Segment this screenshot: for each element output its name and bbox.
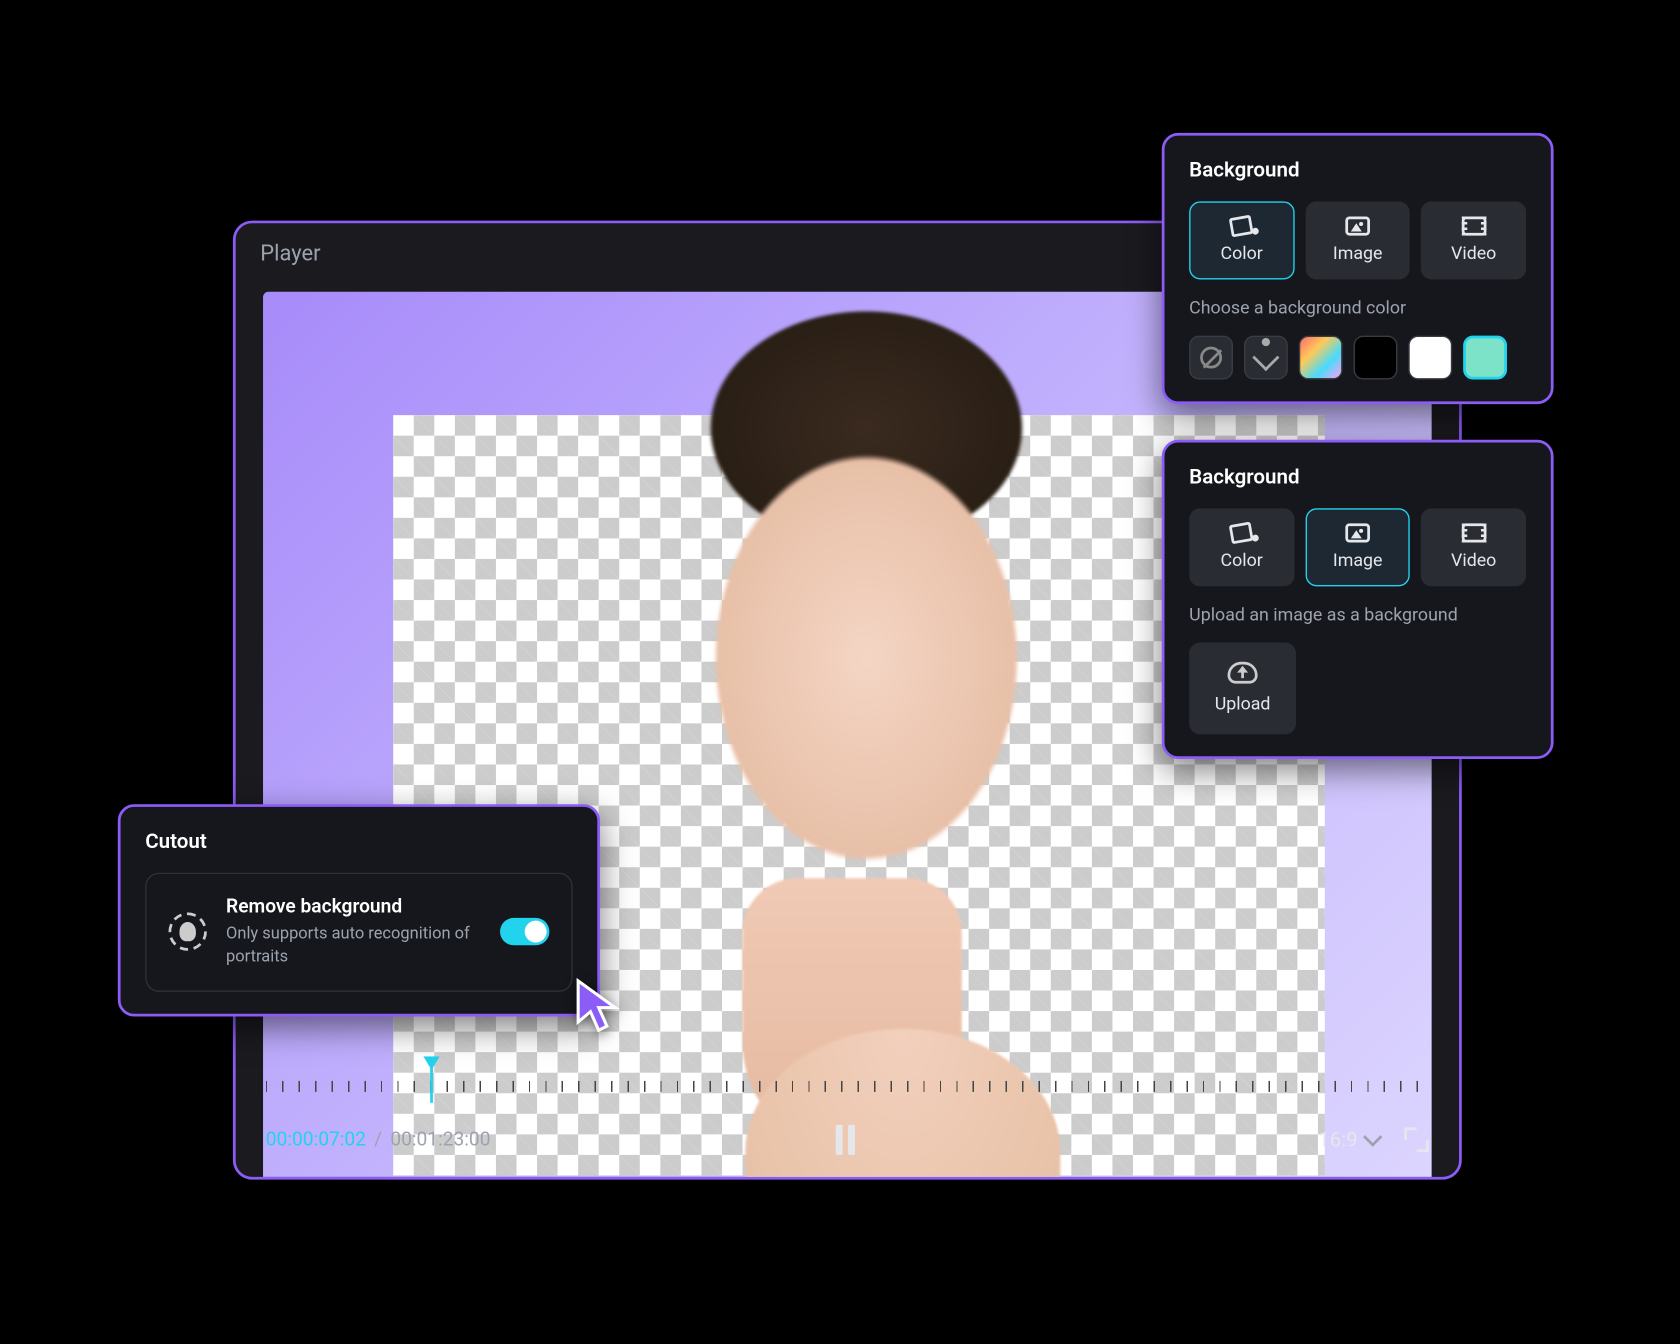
cursor-pointer-icon	[573, 977, 625, 1035]
video-icon	[1461, 216, 1486, 235]
swatch-white[interactable]	[1408, 336, 1452, 380]
swatch-none[interactable]	[1189, 336, 1233, 380]
panel-title: Cutout	[145, 829, 572, 854]
remove-background-row: Remove background Only supports auto rec…	[145, 873, 572, 992]
cutout-description: Only supports auto recognition of portra…	[226, 922, 481, 968]
time-total: 00:01:23:00	[390, 1129, 490, 1151]
none-icon	[1200, 347, 1222, 369]
image-hint: Upload an image as a background	[1189, 606, 1526, 627]
swatch-gradient[interactable]	[1299, 336, 1343, 380]
fill-icon	[1229, 522, 1254, 545]
tab-video[interactable]: Video	[1421, 201, 1526, 279]
pause-button[interactable]	[835, 1125, 860, 1155]
player-controls: 00:00:07:02 / 00:01:23:00 16:9	[236, 1103, 1459, 1177]
background-panel-image: Background Color Image Video Upload an i…	[1162, 440, 1554, 759]
color-hint: Choose a background color	[1189, 299, 1526, 320]
upload-button[interactable]: Upload	[1189, 643, 1296, 735]
fullscreen-button[interactable]	[1404, 1128, 1429, 1153]
swatch-eyedropper[interactable]	[1244, 336, 1288, 380]
portrait-subject	[496, 292, 1208, 1180]
remove-background-toggle[interactable]	[500, 918, 549, 945]
panel-title: Background	[1189, 158, 1526, 183]
time-separator: /	[374, 1129, 382, 1151]
background-panel-color: Background Color Image Video Choose a ba…	[1162, 133, 1554, 404]
eyedropper-icon	[1252, 344, 1279, 371]
timeline-ticks	[266, 1081, 1429, 1092]
cutout-panel: Cutout Remove background Only supports a…	[118, 804, 600, 1016]
chevron-down-icon	[1363, 1127, 1382, 1146]
portrait-cutout-icon	[169, 913, 207, 951]
tab-video[interactable]: Video	[1421, 508, 1526, 586]
tab-color[interactable]: Color	[1189, 508, 1294, 586]
aspect-ratio-selector[interactable]: 16:9	[1318, 1128, 1380, 1153]
video-icon	[1461, 523, 1486, 542]
upload-icon	[1228, 662, 1258, 684]
tab-image[interactable]: Image	[1305, 201, 1410, 279]
tab-color[interactable]: Color	[1189, 201, 1294, 279]
timeline[interactable]	[236, 1064, 1459, 1102]
color-swatches	[1189, 336, 1526, 380]
playhead[interactable]	[430, 1064, 433, 1102]
image-icon	[1345, 216, 1370, 235]
panel-title: Background	[1189, 464, 1526, 489]
swatch-black[interactable]	[1354, 336, 1398, 380]
image-icon	[1345, 523, 1370, 542]
time-current: 00:00:07:02	[266, 1129, 366, 1151]
cutout-heading: Remove background	[226, 896, 481, 918]
tab-image[interactable]: Image	[1305, 508, 1410, 586]
swatch-mint[interactable]	[1463, 336, 1507, 380]
aspect-ratio-value: 16:9	[1318, 1128, 1358, 1153]
fill-icon	[1229, 215, 1254, 238]
